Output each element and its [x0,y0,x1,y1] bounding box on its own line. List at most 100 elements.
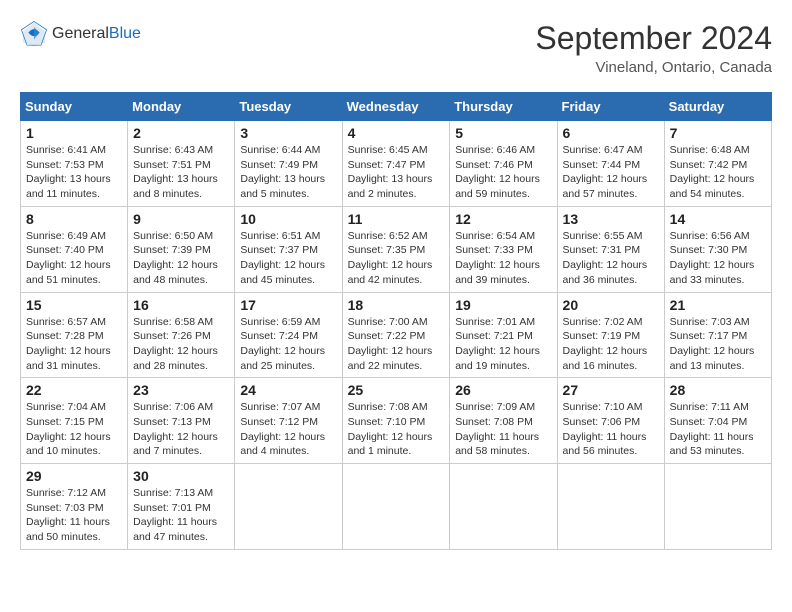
calendar-cell: 27 Sunrise: 7:10 AM Sunset: 7:06 PM Dayli… [557,378,664,464]
day-number: 9 [133,211,229,227]
day-number: 8 [26,211,122,227]
day-number: 4 [348,125,445,141]
day-info: Sunrise: 7:02 AM Sunset: 7:19 PM Dayligh… [563,315,659,374]
calendar-cell: 17 Sunrise: 6:59 AM Sunset: 7:24 PM Dayli… [235,292,342,378]
calendar-week-row: 22 Sunrise: 7:04 AM Sunset: 7:15 PM Dayli… [21,378,772,464]
calendar-cell: 7Sunrise: 6:48 AM Sunset: 7:42 PM Daylig… [664,121,771,207]
logo-icon [20,20,48,48]
day-info: Sunrise: 7:06 AM Sunset: 7:13 PM Dayligh… [133,400,229,459]
calendar-header-thursday: Thursday [450,93,557,121]
calendar-cell: 14 Sunrise: 6:56 AM Sunset: 7:30 PM Dayli… [664,206,771,292]
calendar-cell [557,464,664,550]
day-number: 18 [348,297,445,313]
day-number: 23 [133,382,229,398]
calendar-cell: 23 Sunrise: 7:06 AM Sunset: 7:13 PM Dayli… [128,378,235,464]
day-info: Sunrise: 7:12 AM Sunset: 7:03 PM Dayligh… [26,486,122,545]
calendar-cell: 25Sunrise: 7:08 AM Sunset: 7:10 PM Dayli… [342,378,450,464]
calendar-cell [450,464,557,550]
day-info: Sunrise: 6:52 AM Sunset: 7:35 PM Dayligh… [348,229,445,288]
day-info: Sunrise: 6:48 AM Sunset: 7:42 PM Dayligh… [670,143,766,202]
day-info: Sunrise: 6:55 AM Sunset: 7:31 PM Dayligh… [563,229,659,288]
day-info: Sunrise: 6:49 AM Sunset: 7:40 PM Dayligh… [26,229,122,288]
logo: GeneralBlue [20,20,141,48]
calendar-cell [664,464,771,550]
day-info: Sunrise: 6:59 AM Sunset: 7:24 PM Dayligh… [240,315,336,374]
calendar-cell: 15 Sunrise: 6:57 AM Sunset: 7:28 PM Dayli… [21,292,128,378]
calendar-header-row: SundayMondayTuesdayWednesdayThursdayFrid… [21,93,772,121]
day-number: 12 [455,211,551,227]
title-area: September 2024 Vineland, Ontario, Canada [535,20,772,76]
day-number: 1 [26,125,122,141]
calendar-cell: 30Sunrise: 7:13 AM Sunset: 7:01 PM Dayli… [128,464,235,550]
day-info: Sunrise: 6:44 AM Sunset: 7:49 PM Dayligh… [240,143,336,202]
day-info: Sunrise: 6:45 AM Sunset: 7:47 PM Dayligh… [348,143,445,202]
month-title: September 2024 [535,20,772,57]
day-info: Sunrise: 7:10 AM Sunset: 7:06 PM Dayligh… [563,400,659,459]
calendar-cell: 26Sunrise: 7:09 AM Sunset: 7:08 PM Dayli… [450,378,557,464]
day-info: Sunrise: 6:51 AM Sunset: 7:37 PM Dayligh… [240,229,336,288]
day-number: 6 [563,125,659,141]
day-number: 13 [563,211,659,227]
calendar-table: SundayMondayTuesdayWednesdayThursdayFrid… [20,92,772,550]
day-info: Sunrise: 7:08 AM Sunset: 7:10 PM Dayligh… [348,400,445,459]
calendar-header-friday: Friday [557,93,664,121]
calendar-cell: 10 Sunrise: 6:51 AM Sunset: 7:37 PM Dayli… [235,206,342,292]
calendar-week-row: 8 Sunrise: 6:49 AM Sunset: 7:40 PM Daylig… [21,206,772,292]
day-number: 26 [455,382,551,398]
calendar-cell [235,464,342,550]
calendar-header-sunday: Sunday [21,93,128,121]
logo-blue-text: Blue [109,25,141,42]
day-info: Sunrise: 7:13 AM Sunset: 7:01 PM Dayligh… [133,486,229,545]
calendar-cell: 2Sunrise: 6:43 AM Sunset: 7:51 PM Daylig… [128,121,235,207]
calendar-week-row: 1 Sunrise: 6:41 AM Sunset: 7:53 PM Daylig… [21,121,772,207]
logo-text: GeneralBlue [52,25,141,43]
day-number: 15 [26,297,122,313]
calendar-cell: 18Sunrise: 7:00 AM Sunset: 7:22 PM Dayli… [342,292,450,378]
calendar-cell: 12Sunrise: 6:54 AM Sunset: 7:33 PM Dayli… [450,206,557,292]
calendar-header-saturday: Saturday [664,93,771,121]
day-number: 20 [563,297,659,313]
day-number: 14 [670,211,766,227]
calendar-cell: 9 Sunrise: 6:50 AM Sunset: 7:39 PM Daylig… [128,206,235,292]
day-info: Sunrise: 7:07 AM Sunset: 7:12 PM Dayligh… [240,400,336,459]
day-number: 16 [133,297,229,313]
calendar-cell: 13 Sunrise: 6:55 AM Sunset: 7:31 PM Dayli… [557,206,664,292]
day-info: Sunrise: 7:04 AM Sunset: 7:15 PM Dayligh… [26,400,122,459]
calendar-header-wednesday: Wednesday [342,93,450,121]
day-info: Sunrise: 6:58 AM Sunset: 7:26 PM Dayligh… [133,315,229,374]
calendar-cell: 21 Sunrise: 7:03 AM Sunset: 7:17 PM Dayli… [664,292,771,378]
day-info: Sunrise: 7:03 AM Sunset: 7:17 PM Dayligh… [670,315,766,374]
calendar-cell: 6 Sunrise: 6:47 AM Sunset: 7:44 PM Daylig… [557,121,664,207]
calendar-header-tuesday: Tuesday [235,93,342,121]
calendar-cell: 5Sunrise: 6:46 AM Sunset: 7:46 PM Daylig… [450,121,557,207]
day-info: Sunrise: 6:50 AM Sunset: 7:39 PM Dayligh… [133,229,229,288]
day-number: 27 [563,382,659,398]
day-info: Sunrise: 6:47 AM Sunset: 7:44 PM Dayligh… [563,143,659,202]
calendar-cell: 8 Sunrise: 6:49 AM Sunset: 7:40 PM Daylig… [21,206,128,292]
day-info: Sunrise: 6:41 AM Sunset: 7:53 PM Dayligh… [26,143,122,202]
calendar-cell [342,464,450,550]
day-number: 29 [26,468,122,484]
day-number: 11 [348,211,445,227]
day-info: Sunrise: 6:56 AM Sunset: 7:30 PM Dayligh… [670,229,766,288]
day-number: 17 [240,297,336,313]
day-number: 5 [455,125,551,141]
calendar-cell: 3 Sunrise: 6:44 AM Sunset: 7:49 PM Daylig… [235,121,342,207]
calendar-cell: 16 Sunrise: 6:58 AM Sunset: 7:26 PM Dayli… [128,292,235,378]
day-number: 21 [670,297,766,313]
calendar-cell: 11 Sunrise: 6:52 AM Sunset: 7:35 PM Dayli… [342,206,450,292]
day-number: 3 [240,125,336,141]
day-number: 19 [455,297,551,313]
location: Vineland, Ontario, Canada [535,59,772,76]
day-number: 22 [26,382,122,398]
calendar-cell: 20 Sunrise: 7:02 AM Sunset: 7:19 PM Dayli… [557,292,664,378]
calendar-week-row: 15 Sunrise: 6:57 AM Sunset: 7:28 PM Dayli… [21,292,772,378]
day-number: 24 [240,382,336,398]
calendar-cell: 1 Sunrise: 6:41 AM Sunset: 7:53 PM Daylig… [21,121,128,207]
calendar-week-row: 29 Sunrise: 7:12 AM Sunset: 7:03 PM Dayli… [21,464,772,550]
day-info: Sunrise: 6:57 AM Sunset: 7:28 PM Dayligh… [26,315,122,374]
day-number: 2 [133,125,229,141]
day-number: 10 [240,211,336,227]
calendar-cell: 22 Sunrise: 7:04 AM Sunset: 7:15 PM Dayli… [21,378,128,464]
calendar-cell: 19Sunrise: 7:01 AM Sunset: 7:21 PM Dayli… [450,292,557,378]
